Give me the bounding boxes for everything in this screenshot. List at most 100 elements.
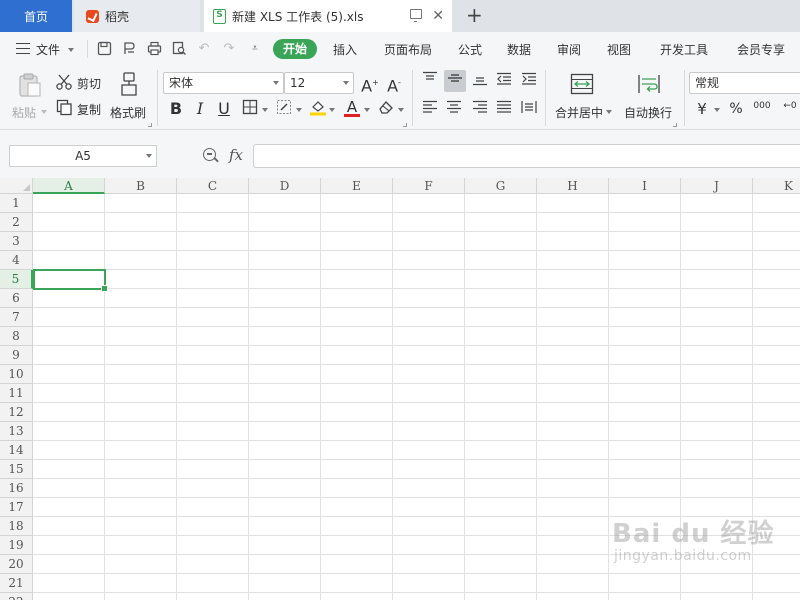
tab-data[interactable]: 数据: [507, 41, 531, 58]
format-painter-button[interactable]: 格式刷: [108, 68, 150, 126]
print-icon[interactable]: [146, 41, 162, 57]
increase-indent-icon[interactable]: [519, 71, 539, 91]
row-header[interactable]: 13: [0, 422, 33, 441]
fill-color-icon[interactable]: [308, 98, 328, 118]
redo-icon[interactable]: ↷: [221, 41, 237, 57]
row-header[interactable]: 15: [0, 460, 33, 479]
print-preview-icon[interactable]: [171, 41, 187, 57]
tab-member[interactable]: 会员专享: [737, 41, 785, 58]
merge-center-dropdown-icon[interactable]: [606, 110, 612, 114]
currency-dropdown-icon[interactable]: [714, 108, 720, 112]
tab-home[interactable]: 首页: [0, 0, 72, 32]
borders-dropdown-icon[interactable]: [262, 108, 268, 112]
italic-button[interactable]: I: [190, 99, 210, 119]
font-size-combo[interactable]: 12: [284, 72, 354, 94]
justify-icon[interactable]: [494, 99, 514, 119]
column-header[interactable]: B: [105, 178, 177, 194]
row-header[interactable]: 17: [0, 498, 33, 517]
insert-function-icon[interactable]: fx: [229, 146, 243, 164]
undo-icon[interactable]: ↶: [196, 41, 212, 57]
tab-spreadsheet-file[interactable]: S 新建 XLS 工作表 (5).xls ✕: [204, 0, 452, 32]
font-color-dropdown-icon[interactable]: [364, 108, 370, 112]
column-header[interactable]: K: [753, 178, 800, 194]
font-name-combo[interactable]: 宋体: [163, 72, 284, 94]
increase-font-size-icon[interactable]: A+: [360, 73, 380, 95]
column-header[interactable]: C: [177, 178, 249, 194]
name-box[interactable]: A5: [9, 145, 157, 167]
formula-input[interactable]: [253, 144, 800, 168]
column-header[interactable]: F: [393, 178, 465, 194]
tab-developer[interactable]: 开发工具: [660, 41, 708, 58]
cell-style-dropdown-icon[interactable]: [296, 108, 302, 112]
currency-format-button[interactable]: ¥: [692, 99, 712, 119]
decrease-indent-icon[interactable]: [494, 71, 514, 91]
thousands-separator-button[interactable]: 000: [750, 99, 774, 119]
row-header[interactable]: 2: [0, 213, 33, 232]
align-left-icon[interactable]: [420, 99, 440, 119]
zoom-out-icon[interactable]: [203, 148, 216, 161]
tab-formulas[interactable]: 公式: [458, 41, 482, 58]
row-header[interactable]: 4: [0, 251, 33, 270]
tab-insert[interactable]: 插入: [333, 41, 357, 58]
column-header[interactable]: H: [537, 178, 609, 194]
row-header[interactable]: 10: [0, 365, 33, 384]
file-menu[interactable]: 文件: [36, 41, 60, 58]
save-icon[interactable]: [96, 41, 112, 57]
bold-button[interactable]: B: [166, 99, 186, 119]
alignment-group-launcher-icon[interactable]: [673, 123, 677, 127]
align-center-icon[interactable]: [444, 99, 464, 119]
column-header[interactable]: I: [609, 178, 681, 194]
name-box-dropdown-icon[interactable]: [146, 154, 152, 158]
row-header[interactable]: 19: [0, 536, 33, 555]
column-header[interactable]: E: [321, 178, 393, 194]
row-header[interactable]: 5: [0, 270, 33, 289]
borders-icon[interactable]: [240, 99, 260, 119]
font-name-dropdown-icon[interactable]: [273, 81, 279, 85]
row-header[interactable]: 14: [0, 441, 33, 460]
distributed-align-icon[interactable]: [519, 99, 539, 119]
merge-center-button[interactable]: 合并居中: [551, 68, 615, 126]
float-window-icon[interactable]: [410, 9, 422, 22]
row-header[interactable]: 12: [0, 403, 33, 422]
new-tab-plus-icon[interactable]: +: [466, 4, 483, 26]
align-right-icon[interactable]: [470, 99, 490, 119]
row-header[interactable]: 6: [0, 289, 33, 308]
quick-access-dropdown-icon[interactable]: ⩡: [247, 41, 263, 57]
row-header[interactable]: 8: [0, 327, 33, 346]
increase-decimal-button[interactable]: ←0: [778, 99, 800, 119]
clear-format-eraser-icon[interactable]: [377, 99, 397, 119]
decrease-font-size-icon[interactable]: A-: [384, 73, 404, 95]
hamburger-menu-icon[interactable]: [16, 43, 30, 54]
clipboard-group-launcher-icon[interactable]: [148, 123, 152, 127]
row-header[interactable]: 11: [0, 384, 33, 403]
close-tab-icon[interactable]: ✕: [432, 8, 444, 24]
fill-color-dropdown-icon[interactable]: [329, 108, 335, 112]
align-middle-icon[interactable]: [444, 70, 466, 92]
row-header[interactable]: 16: [0, 479, 33, 498]
tab-home-ribbon[interactable]: 开始: [273, 39, 317, 59]
align-top-icon[interactable]: [420, 70, 440, 90]
row-header[interactable]: 9: [0, 346, 33, 365]
export-pdf-icon[interactable]: [121, 41, 137, 57]
row-header[interactable]: 7: [0, 308, 33, 327]
clear-dropdown-icon[interactable]: [398, 108, 404, 112]
row-header[interactable]: 22: [0, 593, 33, 600]
cell-fill-style-icon[interactable]: [274, 99, 294, 119]
row-header[interactable]: 20: [0, 555, 33, 574]
column-header[interactable]: A: [33, 178, 105, 194]
tab-review[interactable]: 审阅: [557, 41, 581, 58]
font-color-icon[interactable]: A: [342, 97, 362, 117]
file-menu-chevron-icon[interactable]: [68, 48, 74, 52]
wrap-text-button[interactable]: 自动换行: [621, 68, 677, 126]
font-group-launcher-icon[interactable]: [403, 123, 407, 127]
column-header[interactable]: J: [681, 178, 753, 194]
tab-daoke[interactable]: 稻壳: [74, 0, 200, 32]
paste-dropdown-icon[interactable]: [41, 110, 47, 114]
row-header[interactable]: 18: [0, 517, 33, 536]
selected-cell[interactable]: [33, 269, 108, 292]
copy-button[interactable]: 复制: [55, 99, 105, 119]
row-header[interactable]: 1: [0, 194, 33, 213]
row-header[interactable]: 21: [0, 574, 33, 593]
tab-view[interactable]: 视图: [607, 41, 631, 58]
column-header[interactable]: D: [249, 178, 321, 194]
